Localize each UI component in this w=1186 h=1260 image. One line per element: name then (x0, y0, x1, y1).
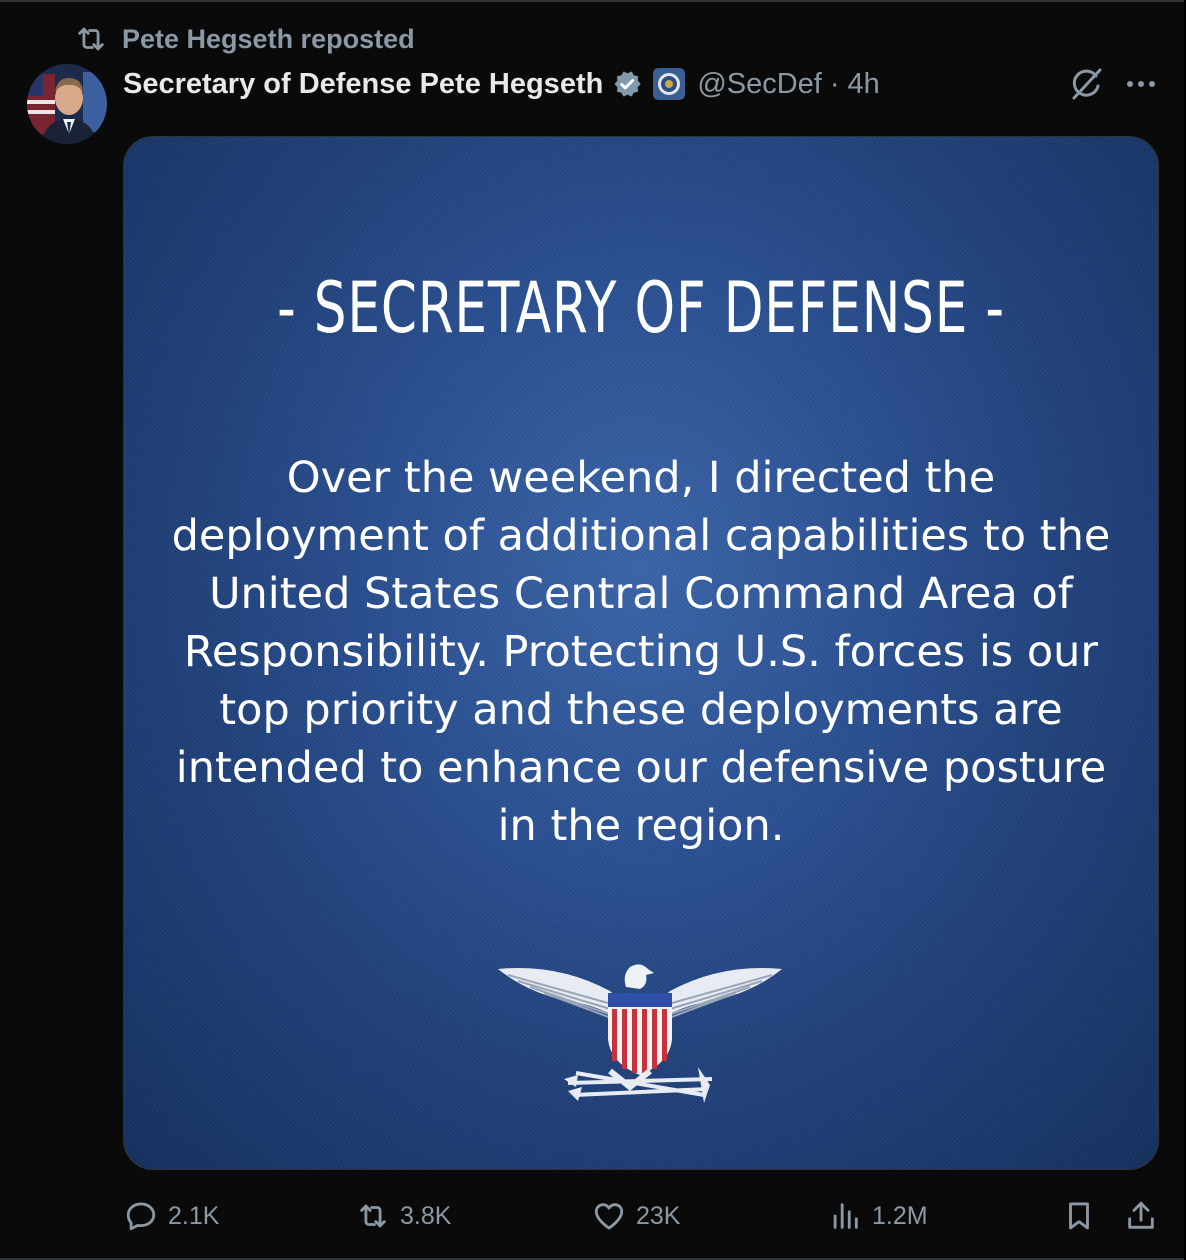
bookmark-icon (1069, 1202, 1089, 1230)
repost-count: 3.8K (400, 1201, 452, 1230)
image-body-line: Responsibility. Protecting U.S. forces i… (183, 627, 1099, 677)
views-icon (833, 1203, 858, 1229)
post-container[interactable]: Pete Hegseth reposted Secretary of Defen… (0, 0, 1184, 1260)
reply-count: 2.1K (168, 1201, 220, 1230)
eagle-insignia-icon (498, 964, 782, 1103)
views-button[interactable]: 1.2M (828, 1194, 928, 1238)
repost-label: Pete Hegseth reposted (122, 23, 415, 54)
image-body-line: top priority and these deployments are (219, 685, 1063, 735)
image-body-line: intended to enhance our defensive postur… (175, 743, 1107, 793)
image-body-line: Over the weekend, I directed the (286, 453, 996, 503)
author-handle[interactable]: @SecDef (697, 68, 822, 101)
image-body-text: Over the weekend, I directed the deploym… (164, 449, 1118, 855)
like-button[interactable]: 23K (592, 1194, 680, 1238)
repost-icon (360, 1204, 386, 1228)
image-body-line: deployment of additional capabilities to… (171, 511, 1111, 561)
post-timestamp[interactable]: 4h (848, 68, 880, 101)
grok-icon[interactable] (1066, 64, 1106, 104)
share-icon (1128, 1201, 1154, 1229)
author-name[interactable]: Secretary of Defense Pete Hegseth (123, 68, 603, 101)
heart-icon (594, 1203, 624, 1230)
affiliation-badge-icon[interactable] (653, 68, 686, 100)
views-count: 1.2M (872, 1201, 928, 1230)
post-actions: 2.1K 3.8K 23K 1.2M (0, 1194, 1186, 1238)
post-header: Secretary of Defense Pete Hegseth @SecDe… (123, 64, 880, 104)
image-body-line: United States Central Command Area of (209, 569, 1073, 619)
avatar[interactable] (27, 64, 107, 144)
image-body-line: in the region. (497, 801, 785, 851)
share-button[interactable] (1124, 1194, 1158, 1238)
like-count: 23K (636, 1201, 681, 1230)
separator-dot: · (829, 67, 840, 100)
avatar-image (27, 64, 107, 144)
reply-icon (126, 1202, 156, 1231)
verified-badge-icon[interactable] (611, 68, 643, 100)
repost-icon (78, 27, 104, 51)
more-options-icon[interactable] (1122, 66, 1160, 102)
repost-context[interactable]: Pete Hegseth reposted (74, 22, 415, 56)
reply-button[interactable]: 2.1K (124, 1194, 219, 1238)
image-title: - SECRETARY OF DEFENSE - (277, 267, 1005, 349)
bookmark-button[interactable] (1062, 1194, 1096, 1238)
repost-button[interactable]: 3.8K (356, 1194, 451, 1238)
post-image[interactable]: - SECRETARY OF DEFENSE - Over the weeken… (123, 136, 1159, 1170)
